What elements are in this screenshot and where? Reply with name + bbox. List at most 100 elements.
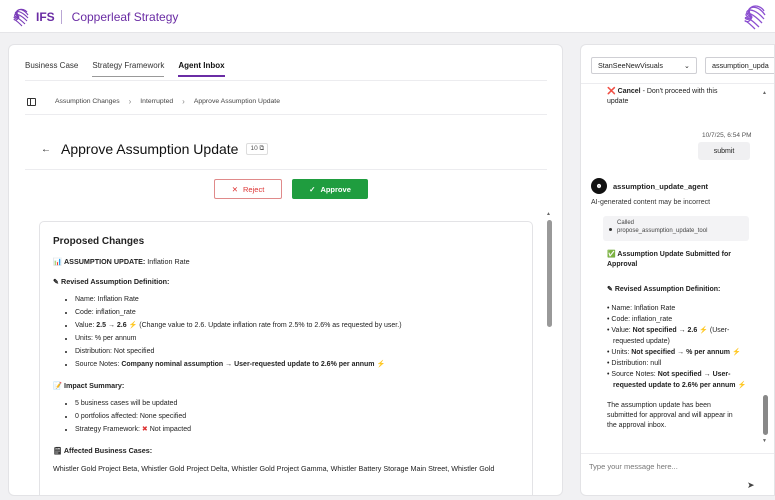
value-prefix: Value:: [75, 322, 97, 329]
visuals-select-value: StanSeeNewVisuals: [598, 61, 663, 70]
breadcrumb: Assumption Changes › Interrupted › Appro…: [27, 97, 280, 106]
scroll-up-icon[interactable]: ▲: [546, 211, 551, 217]
breadcrumb-current: Approve Assumption Update: [193, 98, 280, 105]
list-item: requested update): [613, 338, 670, 345]
back-arrow-icon[interactable]: ←: [41, 144, 51, 155]
value-bold: 2.5 → 2.6: [96, 322, 127, 329]
scrollbar-thumb[interactable]: [547, 220, 552, 327]
lightning-icon: ⚡: [128, 322, 138, 329]
chevron-right-icon: ›: [128, 97, 132, 106]
memo-icon: 📝: [53, 381, 62, 390]
list-item: Units: % per annum: [75, 332, 519, 345]
revised-definition-heading: ✎ Revised Assumption Definition:: [53, 277, 519, 287]
submitted-title: ✅ Assumption Update Submitted for Approv…: [607, 250, 757, 270]
assumption-update-label: ASSUMPTION UPDATE:: [63, 257, 146, 266]
send-icon[interactable]: ➤: [747, 480, 755, 491]
ai-disclaimer: AI-generated content may be incorrect: [591, 199, 711, 206]
agent-select-value: assumption_upda: [712, 61, 769, 70]
final-line-2: submitted for approval and will appear i…: [607, 412, 733, 419]
pencil-icon: ✎: [607, 286, 613, 293]
submission-confirmation: The assumption update has been submitted…: [607, 401, 762, 431]
affected-business-cases-heading: 🗒 Affected Business Cases:: [53, 446, 519, 456]
tool-call-box[interactable]: Called propose_assumption_update_tool: [603, 216, 749, 241]
impact-heading-text: Impact Summary:: [63, 381, 125, 390]
reject-button[interactable]: ✕ Reject: [214, 179, 282, 199]
assumption-update-line: 📊 ASSUMPTION UPDATE: Inflation Rate: [53, 257, 519, 267]
value-note: (Change value to 2.6. Update inflation r…: [139, 322, 402, 329]
chat-scrollbar[interactable]: ▲ ▼: [762, 90, 769, 445]
lightning-icon: ⚡: [737, 382, 747, 389]
list-item: Distribution: Not specified: [75, 345, 519, 358]
id-badge[interactable]: 10 ⧉: [246, 143, 269, 155]
tab-business-case[interactable]: Business Case: [25, 61, 78, 77]
cancel-text: - Don't proceed with this: [640, 88, 718, 95]
app-logo[interactable]: IFS Copperleaf Strategy: [8, 6, 178, 28]
approve-label: Approve: [320, 184, 351, 194]
chevron-down-icon: ⌄: [683, 61, 690, 70]
tool-name: propose_assumption_update_tool: [617, 228, 708, 234]
pencil-icon: ✎: [53, 277, 60, 286]
tool-dot-icon: [609, 228, 612, 231]
list-item: • Source Notes: Not specified → User-: [607, 369, 767, 380]
visuals-select[interactable]: StanSeeNewVisuals ⌄: [591, 57, 697, 74]
sidebar-toggle-icon[interactable]: [27, 97, 36, 106]
agent-name: assumption_update_agent: [613, 181, 709, 191]
revised-definition-list: Name: Inflation Rate Code: inflation_rat…: [75, 293, 519, 371]
logo-divider: [60, 10, 62, 24]
page-title: Approve Assumption Update: [61, 141, 239, 157]
x-icon: ✕: [231, 184, 239, 194]
chart-icon: 📊: [53, 257, 62, 266]
side-revised-heading-text: Revised Assumption Definition:: [614, 286, 721, 293]
b-source-bold: Not specified →: [657, 371, 711, 378]
source-prefix: Source Notes:: [75, 361, 122, 368]
cancel-text-2: update: [607, 98, 629, 105]
tool-called-label: Called: [617, 220, 635, 226]
b-source-prefix: • Source Notes:: [607, 371, 658, 378]
tab-bar: Business Case Strategy Framework Agent I…: [25, 61, 225, 77]
main-scrollbar[interactable]: ▲: [546, 211, 553, 495]
list-item: Value: 2.5 → 2.6 ⚡ (Change value to 2.6.…: [75, 319, 519, 332]
proposed-changes-heading: Proposed Changes: [53, 236, 145, 247]
chat-header-divider: [581, 83, 774, 84]
lightning-icon: ⚡: [731, 349, 741, 356]
b-value-bold: Not specified → 2.6: [632, 327, 698, 334]
approve-button[interactable]: ✓ Approve: [292, 179, 368, 199]
clipboard-icon: 🗒: [53, 446, 63, 455]
chat-input-area: ➤: [581, 453, 774, 495]
breadcrumb-interrupted[interactable]: Interrupted: [140, 98, 173, 105]
list-item: 5 business cases will be updated: [75, 397, 519, 410]
cross-mark-icon: ✖: [141, 426, 148, 433]
tabs-divider: [25, 80, 547, 81]
impact-summary-list: 5 business cases will be updated 0 portf…: [75, 397, 519, 436]
chat-scrollbar-thumb[interactable]: [763, 395, 768, 435]
b-units-bold: Not specified → % per annum: [631, 349, 731, 356]
breadcrumb-assumption-changes[interactable]: Assumption Changes: [55, 98, 120, 105]
tab-strategy-framework[interactable]: Strategy Framework: [92, 61, 165, 77]
final-line-1: The assumption update has been: [607, 402, 711, 409]
impact-prefix: Strategy Framework:: [75, 426, 142, 433]
list-item: • Code: inflation_rate: [607, 316, 673, 323]
main-panel: Business Case Strategy Framework Agent I…: [8, 44, 563, 496]
list-item: Strategy Framework: ✖ Not impacted: [75, 423, 519, 436]
b-source-bold-3: requested update to 2.6% per annum: [613, 382, 736, 389]
ifs-swirl-icon[interactable]: [737, 2, 767, 32]
product-name: Copperleaf Strategy: [71, 10, 179, 24]
side-revised-heading: ✎ Revised Assumption Definition:: [607, 285, 720, 295]
title-divider: [25, 169, 547, 170]
chat-panel: StanSeeNewVisuals ⌄ assumption_upda ❌ Ca…: [580, 44, 775, 496]
reject-label: Reject: [243, 184, 265, 194]
list-item: requested update to 2.6% per annum ⚡: [607, 380, 767, 391]
list-item: 0 portfolios affected: None specified: [75, 410, 519, 423]
agent-select[interactable]: assumption_upda: [705, 57, 774, 74]
top-bar: IFS Copperleaf Strategy: [0, 0, 775, 33]
lightning-icon: ⚡: [376, 361, 386, 368]
list-item: • Name: Inflation Rate: [607, 305, 676, 312]
list-item: • Units: Not specified → % per annum ⚡: [607, 347, 767, 358]
scroll-up-icon[interactable]: ▲: [762, 90, 767, 96]
tab-agent-inbox[interactable]: Agent Inbox: [178, 61, 225, 77]
chat-message-input[interactable]: [589, 462, 739, 471]
scroll-down-icon[interactable]: ▼: [762, 438, 767, 444]
b-value-suffix: (User-: [707, 327, 730, 334]
proposed-changes-card: Proposed Changes 📊 ASSUMPTION UPDATE: In…: [39, 221, 533, 495]
source-bold: Company nominal assumption → User-reques…: [121, 361, 375, 368]
